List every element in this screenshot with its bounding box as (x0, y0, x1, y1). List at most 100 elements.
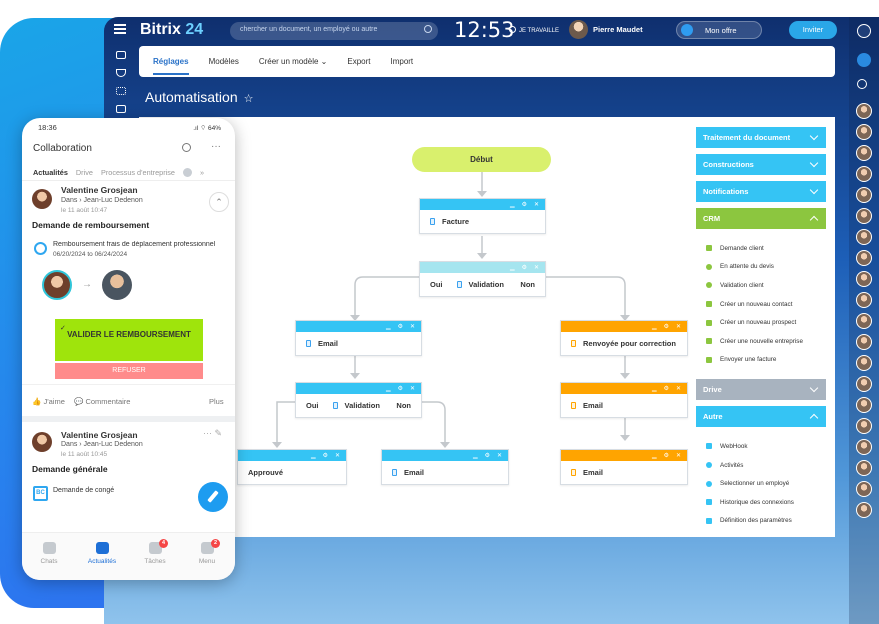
user-name[interactable]: Pierre Maudet (593, 25, 643, 34)
contact-avatar[interactable] (856, 271, 872, 287)
node-header-controls[interactable]: ▁ ⚙ ✕ (561, 321, 687, 332)
calendar-icon[interactable] (116, 105, 126, 113)
bell-icon[interactable] (857, 53, 871, 67)
list-item[interactable]: Activités (696, 456, 826, 475)
contact-avatar[interactable] (856, 229, 872, 245)
list-item[interactable]: En attente du devis (696, 258, 826, 277)
list-item[interactable]: Validation client (696, 276, 826, 295)
contact-avatar[interactable] (856, 187, 872, 203)
tab-processus[interactable]: Processus d'entreprise (101, 168, 192, 177)
contact-avatar[interactable] (856, 355, 872, 371)
contact-avatar[interactable] (856, 166, 872, 182)
comment-button[interactable]: 💬 Commentaire (74, 397, 130, 406)
node-header-controls[interactable]: ▁ ⚙ ✕ (420, 199, 545, 210)
tab-import[interactable]: Import (390, 57, 413, 66)
contact-avatar[interactable] (856, 481, 872, 497)
start-node[interactable]: Début (412, 147, 551, 172)
validate-button[interactable]: VALIDER LE REMBOURSEMENT (55, 319, 203, 361)
refuse-button[interactable]: REFUSER (55, 363, 203, 379)
node-header-controls[interactable]: ▁ ⚙ ✕ (382, 450, 508, 461)
list-item[interactable]: Créer un nouveau contact (696, 295, 826, 314)
contact-avatar[interactable] (856, 334, 872, 350)
nav-taches[interactable]: Tâches 4 (132, 539, 178, 565)
work-status[interactable]: JE TRAVAILLE (509, 26, 559, 34)
tab-export[interactable]: Export (347, 57, 370, 66)
email-node-2[interactable]: ▁ ⚙ ✕ Email (560, 382, 688, 418)
node-header-controls[interactable]: ▁ ⚙ ✕ (561, 383, 687, 394)
tab-creer-modele[interactable]: Créer un modèle ⌄ (259, 57, 328, 66)
nav-actualites[interactable]: Actualités (79, 542, 125, 565)
compose-button[interactable] (198, 482, 228, 512)
more-icon[interactable]: ··· ✎ (203, 428, 222, 439)
search-icon[interactable] (182, 143, 191, 152)
contact-avatar[interactable] (856, 103, 872, 119)
node-header-controls[interactable]: ▁ ⚙ ✕ (238, 450, 346, 461)
grid-icon[interactable] (116, 87, 126, 95)
tab-drive[interactable]: Drive (76, 168, 93, 177)
contact-avatar[interactable] (856, 418, 872, 434)
email-node-4[interactable]: ▁ ⚙ ✕ Email (560, 449, 688, 485)
section-notifications[interactable]: Notifications (696, 181, 826, 202)
validation-node-1[interactable]: ▁ ⚙ ✕ Oui Validation Non (419, 261, 546, 297)
author-name[interactable]: Valentine Grosjean (61, 430, 138, 440)
facture-node[interactable]: ▁ ⚙ ✕ Facture (419, 198, 546, 234)
search-input[interactable]: chercher un document, un employé ou autr… (230, 22, 438, 40)
list-item[interactable]: Selectionner un employé (696, 474, 826, 493)
tab-modeles[interactable]: Modèles (209, 57, 239, 66)
list-item[interactable]: Définition des paramètres (696, 512, 826, 531)
author-name[interactable]: Valentine Grosjean (61, 185, 138, 195)
invite-button[interactable]: Inviter (789, 21, 837, 39)
section-document[interactable]: Traitement du document (696, 127, 826, 148)
section-crm[interactable]: CRM (696, 208, 826, 229)
list-item[interactable]: Créer un nouveau prospect (696, 313, 826, 332)
filter-icon[interactable] (116, 69, 126, 77)
contact-avatar[interactable] (856, 124, 872, 140)
tabs-more-icon[interactable]: » (200, 168, 204, 177)
list-item[interactable]: WebHook (696, 437, 826, 456)
contact-avatar[interactable] (856, 145, 872, 161)
chat-icon[interactable] (116, 51, 126, 59)
node-header-controls[interactable]: ▁ ⚙ ✕ (420, 262, 545, 273)
contact-avatar[interactable] (856, 502, 872, 518)
node-header-controls[interactable]: ▁ ⚙ ✕ (296, 383, 421, 394)
menu-icon[interactable] (114, 24, 126, 34)
more-icon[interactable]: ··· (211, 141, 221, 152)
section-drive[interactable]: Drive (696, 379, 826, 401)
node-header-controls[interactable]: ▁ ⚙ ✕ (561, 450, 687, 461)
approuve-node[interactable]: ▁ ⚙ ✕ Approuvé (237, 449, 347, 485)
contact-avatar[interactable] (856, 313, 872, 329)
email-node-1[interactable]: ▁ ⚙ ✕ Email (295, 320, 422, 356)
validation-node-2[interactable]: ▁ ⚙ ✕ Oui Validation Non (295, 382, 422, 418)
section-autre[interactable]: Autre (696, 406, 826, 428)
help-icon[interactable] (857, 24, 871, 38)
list-item[interactable]: Créer une nouvelle entreprise (696, 332, 826, 351)
contact-avatar[interactable] (856, 460, 872, 476)
post-route: Dans › Jean-Luc Dedenon (61, 441, 143, 448)
my-offer-button[interactable]: Mon offre (676, 21, 762, 39)
email-node-3[interactable]: ▁ ⚙ ✕ Email (381, 449, 509, 485)
avatar[interactable] (32, 189, 52, 209)
tab-reglages[interactable]: Réglages (153, 48, 189, 75)
list-item[interactable]: Envoyer une facture (696, 351, 826, 370)
search-icon[interactable] (857, 79, 867, 89)
node-header-controls[interactable]: ▁ ⚙ ✕ (296, 321, 421, 332)
contact-avatar[interactable] (856, 397, 872, 413)
contact-avatar[interactable] (856, 208, 872, 224)
tab-actualites[interactable]: Actualités (33, 168, 68, 177)
contact-avatar[interactable] (856, 439, 872, 455)
nav-menu[interactable]: Menu 2 (184, 539, 230, 565)
avatar[interactable] (32, 432, 52, 452)
nav-chats[interactable]: Chats (26, 542, 72, 565)
contact-avatar[interactable] (856, 376, 872, 392)
contact-avatar[interactable] (856, 292, 872, 308)
contact-avatar[interactable] (856, 250, 872, 266)
more-button[interactable]: Plus (209, 397, 224, 406)
star-icon[interactable]: ☆ (244, 93, 254, 105)
list-item[interactable]: Demande client (696, 239, 826, 258)
renvoyee-node[interactable]: ▁ ⚙ ✕ Renvoyée pour correction (560, 320, 688, 356)
section-constructions[interactable]: Constructions (696, 154, 826, 175)
user-avatar[interactable] (569, 20, 588, 39)
collapse-icon[interactable]: ⌃ (209, 192, 229, 212)
like-button[interactable]: 👍 J'aime (32, 397, 65, 406)
list-item[interactable]: Historique des connexions (696, 493, 826, 512)
